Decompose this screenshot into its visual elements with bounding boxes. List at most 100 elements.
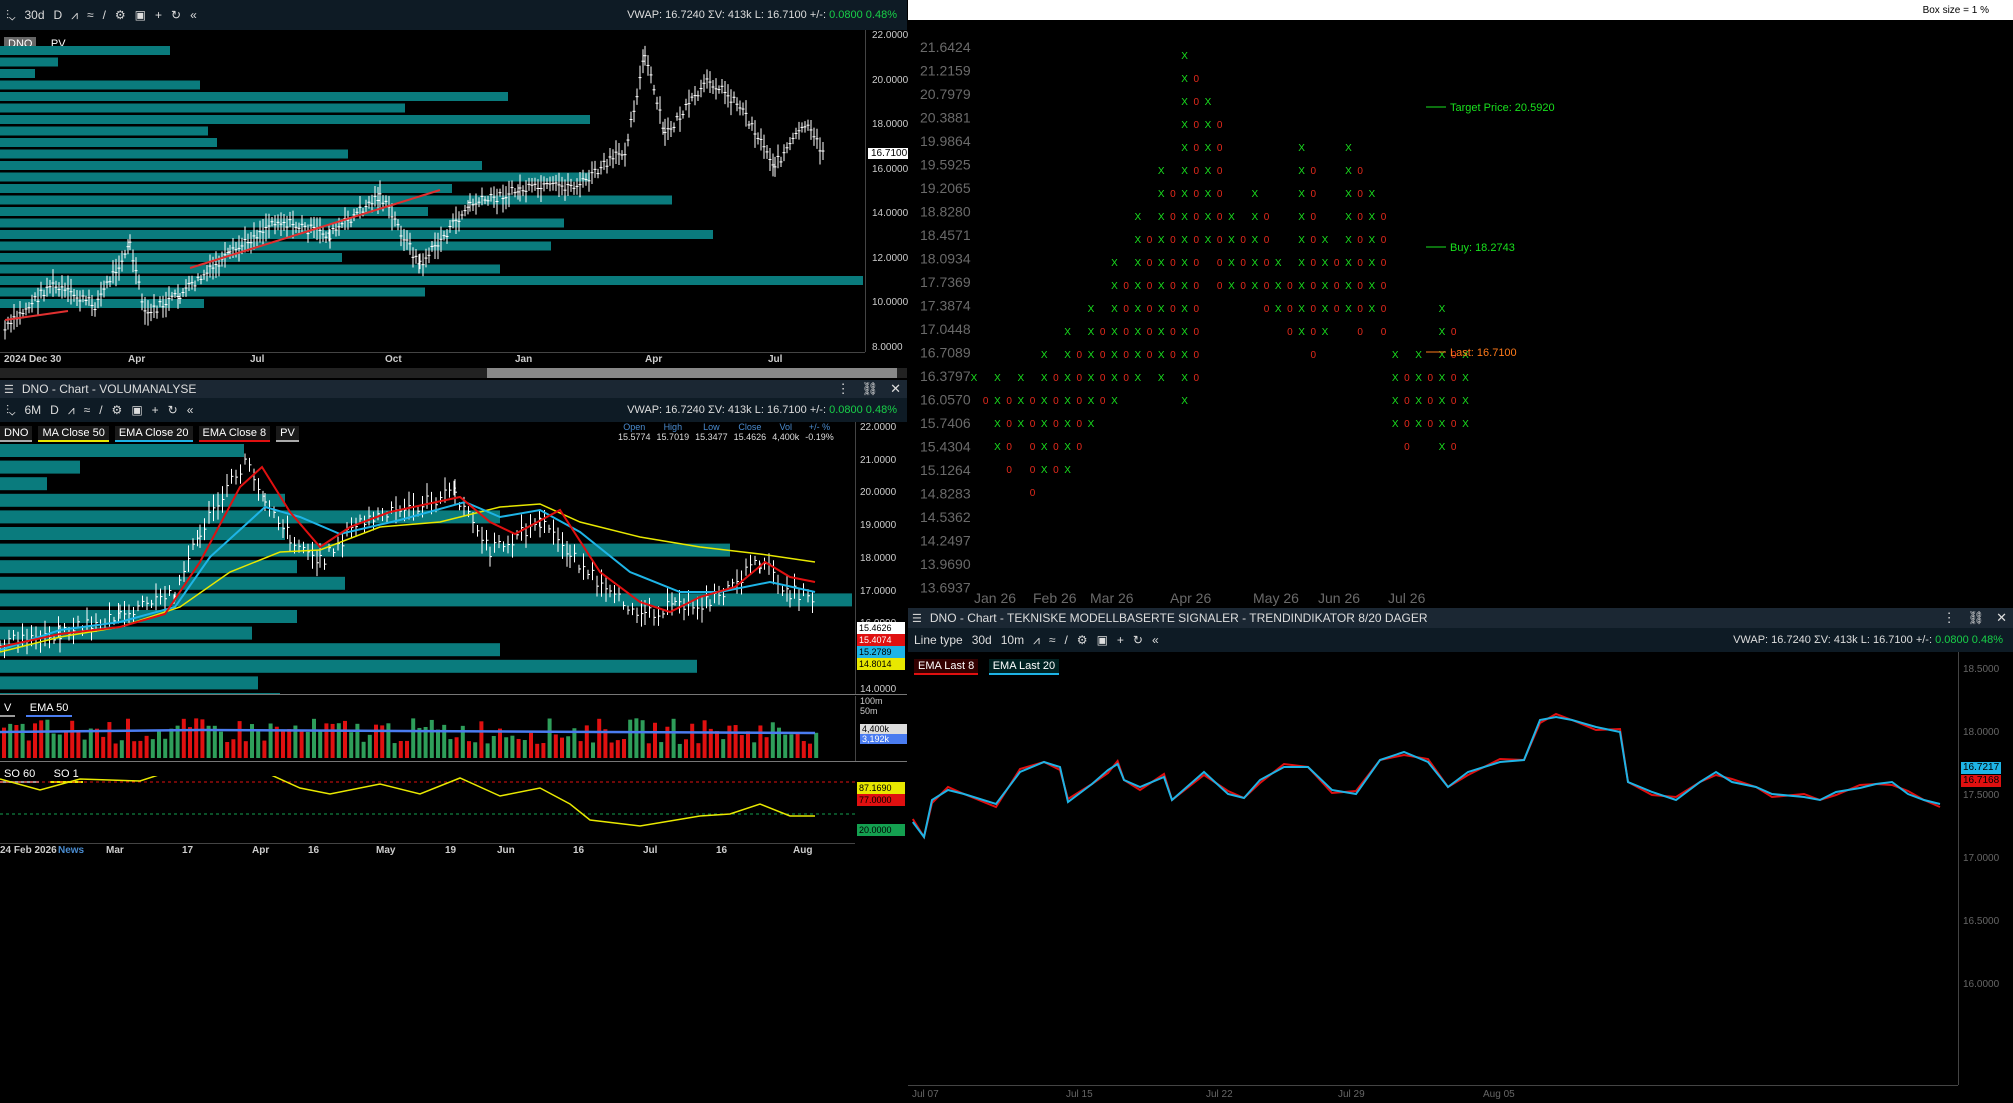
refresh-icon[interactable]: ↻: [1133, 633, 1143, 647]
close-icon[interactable]: ✕: [1996, 610, 2007, 626]
divider: [0, 761, 907, 762]
stochastic-chart[interactable]: [0, 776, 855, 842]
sub-interval-button[interactable]: 10m: [1001, 633, 1024, 647]
pf-x-mark: X: [1415, 373, 1422, 384]
interval-button[interactable]: 30d: [24, 8, 44, 22]
pf-x-mark: X: [1298, 258, 1305, 269]
crosshair-icon[interactable]: +: [1117, 633, 1124, 647]
layout-icon[interactable]: ▣: [135, 8, 146, 22]
menu-icon[interactable]: ☰: [0, 383, 14, 396]
draw-icon[interactable]: ≈: [84, 403, 91, 417]
settings-icon[interactable]: ⚙: [1077, 633, 1088, 647]
settings-icon[interactable]: ⚙: [115, 8, 126, 22]
volume-bar: [442, 724, 447, 758]
mid-price-chart[interactable]: [0, 422, 855, 694]
pf-x-mark: X: [1111, 281, 1118, 292]
top-scrollbar[interactable]: [0, 368, 907, 378]
date-tick-label: Jul 22: [1206, 1089, 1233, 1100]
pf-x-mark: X: [1251, 281, 1258, 292]
refresh-icon[interactable]: ↻: [168, 403, 178, 417]
volume-chart[interactable]: [0, 710, 855, 760]
pf-o-mark: 0: [1194, 189, 1200, 200]
line-tool-icon[interactable]: /: [103, 8, 106, 22]
volume-bar: [405, 740, 409, 758]
collapse-icon[interactable]: «: [190, 8, 197, 22]
volume-profile-bar: [0, 276, 863, 285]
pf-x-mark: X: [1134, 350, 1141, 361]
volume-bar: [746, 731, 750, 758]
pf-x-mark: X: [1158, 235, 1165, 246]
link-icon[interactable]: ⛓: [862, 381, 879, 397]
pf-price-label: 17.3874: [920, 298, 971, 314]
pf-x-mark: X: [1111, 258, 1118, 269]
scrollbar-thumb[interactable]: [487, 368, 897, 378]
pf-x-mark: X: [1064, 373, 1071, 384]
pf-o-mark: 0: [1217, 212, 1223, 223]
pf-o-mark: 0: [1194, 97, 1200, 108]
trend-icon[interactable]: ⩘: [1033, 633, 1040, 648]
volume-bar: [690, 723, 695, 758]
pf-x-mark: X: [1322, 304, 1329, 315]
pf-chart[interactable]: 21.6424 21.2159 20.7979 20.3881 19.9864 19.59…: [908, 20, 2013, 608]
pf-o-mark: 0: [1264, 281, 1270, 292]
more-icon[interactable]: ⋮: [1943, 610, 1956, 626]
crosshair-icon[interactable]: +: [155, 8, 162, 22]
line-tool-icon[interactable]: /: [1064, 633, 1067, 647]
volume-bar: [541, 743, 546, 758]
link-icon[interactable]: ⛓: [1968, 610, 1985, 626]
pf-x-mark: X: [1158, 350, 1165, 361]
pf-x-mark: X: [1322, 235, 1329, 246]
pf-o-mark: 0: [1077, 350, 1083, 361]
crosshair-icon[interactable]: +: [152, 403, 159, 417]
refresh-icon[interactable]: ↻: [171, 8, 181, 22]
period-button[interactable]: D: [54, 8, 63, 22]
line-tool-icon[interactable]: /: [99, 403, 102, 417]
layout-icon[interactable]: ▣: [131, 403, 142, 417]
draw-icon[interactable]: ≈: [87, 8, 94, 22]
menu-icon[interactable]: ☰: [908, 612, 922, 625]
pf-x-mark: X: [1134, 327, 1141, 338]
interval-button[interactable]: 30d: [972, 633, 992, 647]
date-tick-label: May: [376, 845, 396, 856]
price-tick-label: 8.0000: [872, 341, 903, 353]
line-type-button[interactable]: Line type: [914, 633, 963, 647]
top-price-chart[interactable]: [0, 30, 865, 352]
volume-profile-bar: [0, 80, 200, 90]
pf-o-mark: 0: [1100, 350, 1106, 361]
chart-type-icon[interactable]: ⫶⌄: [6, 8, 15, 23]
date-tick-label: Apr: [645, 354, 663, 365]
mid-chart-panel: ☰ DNO - Chart - VOLUMANALYSE ⋮ ⛓ ✕ ⫶⌄ 6M D…: [0, 380, 907, 860]
collapse-icon[interactable]: «: [187, 403, 194, 417]
trend-icon[interactable]: ⩘: [71, 8, 78, 23]
close-icon[interactable]: ✕: [890, 381, 901, 397]
pf-o-mark: 0: [1428, 419, 1434, 430]
trend-chart[interactable]: [908, 652, 1958, 1085]
date-tick-label: 2024 Dec 30: [4, 354, 62, 365]
draw-icon[interactable]: ≈: [1049, 633, 1056, 647]
collapse-icon[interactable]: «: [1152, 633, 1159, 647]
volume-profile-bar: [0, 149, 348, 159]
date-tick-label: 19: [445, 845, 457, 856]
interval-button[interactable]: 6M: [24, 403, 41, 417]
volume-bar: [231, 739, 236, 758]
volume-bar: [312, 718, 316, 758]
layout-icon[interactable]: ▣: [1097, 633, 1108, 647]
pf-x-mark: X: [1439, 419, 1446, 430]
pf-price-label: 16.3797: [920, 368, 971, 384]
pf-x-mark: X: [1439, 442, 1446, 453]
pf-price-label: 13.9690: [920, 556, 971, 572]
pf-x-mark: X: [1392, 350, 1399, 361]
pf-x-mark: X: [1298, 212, 1305, 223]
pf-o-mark: 0: [1311, 327, 1317, 338]
settings-icon[interactable]: ⚙: [112, 403, 123, 417]
period-button[interactable]: D: [50, 403, 59, 417]
volume-bar: [801, 741, 806, 758]
pf-target-line-label: Target Price: 20.5920: [1450, 102, 1555, 114]
pf-o-mark: 0: [1147, 327, 1153, 338]
more-icon[interactable]: ⋮: [837, 381, 850, 397]
trend-icon[interactable]: ⩘: [68, 403, 75, 418]
ema-8-line: [911, 712, 1941, 840]
price-tick-label: 17.0000: [860, 585, 897, 597]
chart-type-icon[interactable]: ⫶⌄: [6, 403, 15, 418]
pf-x-mark: X: [1298, 166, 1305, 177]
